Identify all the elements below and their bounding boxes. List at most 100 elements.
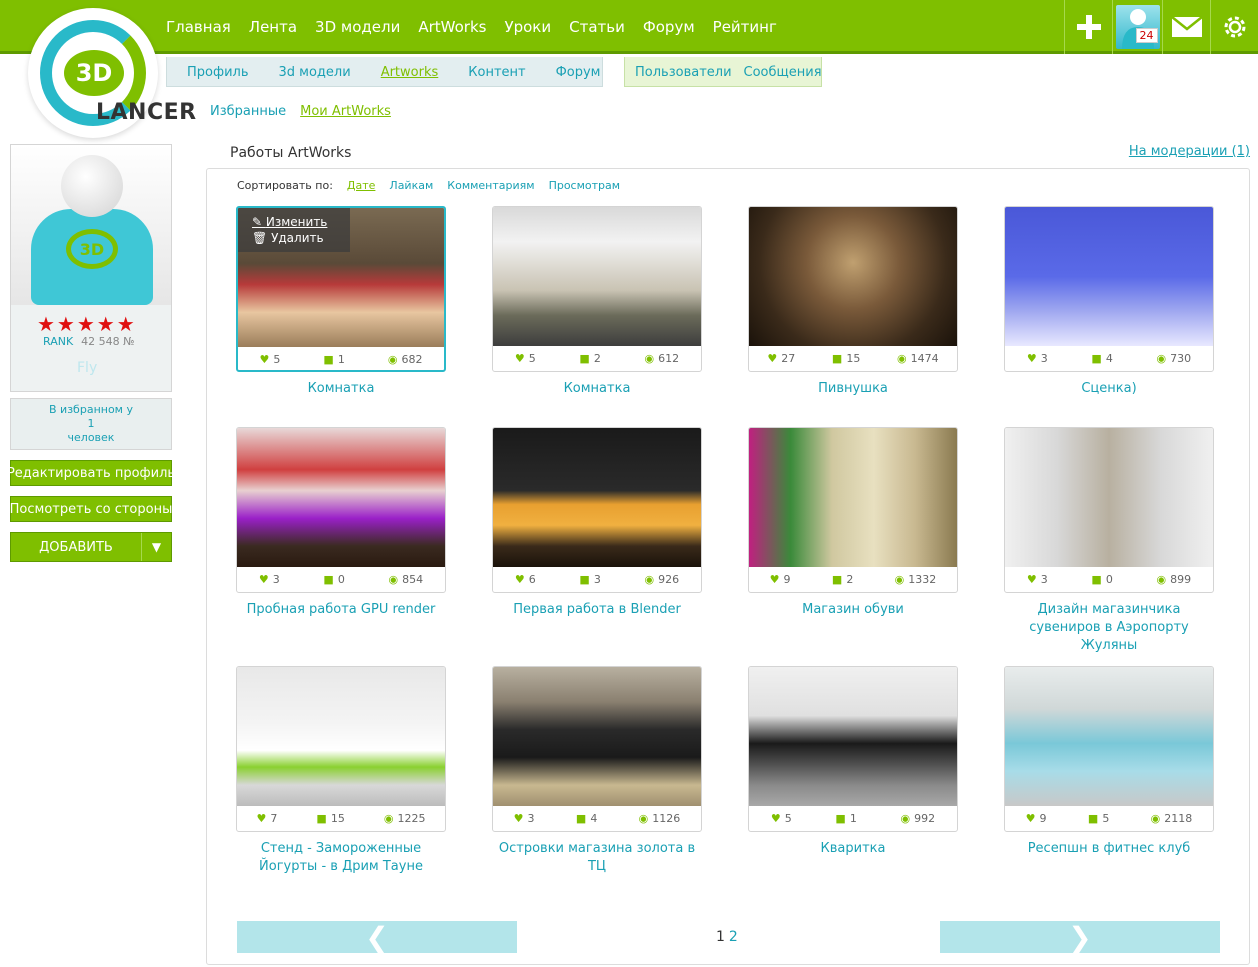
profile-card: 3D ★★★★★ RANK 42 548 № Fly [10,144,172,392]
artworks-subnav: Избранные Мои ArtWorks [210,104,391,119]
artwork-thumbnail[interactable]: ♥ 3 ■ 0 ◉ 899 [1004,427,1214,593]
view-as-other-button[interactable]: Посмотреть со стороны [10,496,172,522]
artwork-title[interactable]: Дизайн магазинчика сувениров в Аэропорту… [1004,601,1214,655]
comment-icon: ■ [831,573,843,586]
pagination: 1 2 [716,929,738,945]
subnav-forum[interactable]: Форум [556,65,601,86]
nav-rating[interactable]: Рейтинг [713,18,777,36]
heart-icon: ♥ [769,573,780,586]
sort-label: Сортировать по: [237,179,333,192]
rank-value: 42 548 № [81,335,135,348]
comment-icon: ■ [1091,573,1102,586]
edit-artwork-link[interactable]: ✎ Изменить [252,214,350,230]
artwork-thumbnail[interactable]: ♥ 3 ■ 4 ◉ 1126 [492,666,702,832]
subnav-profile[interactable]: Профиль [187,65,249,86]
avatar-icon: 24 [1115,5,1160,49]
artwork-thumbnail[interactable]: ♥ 3 ■ 4 ◉ 730 [1004,206,1214,372]
artwork-thumbnail[interactable]: ♥ 9 ■ 2 ◉ 1332 [748,427,958,593]
subnav-favorites[interactable]: Избранные [210,104,286,119]
chevron-right-icon: ❯ [1068,920,1092,954]
next-page-button[interactable]: ❯ [940,920,1220,954]
chevron-down-icon[interactable]: ▼ [141,533,171,561]
rank-row: RANK 42 548 № [43,335,135,348]
section-title: Работы ArtWorks [230,145,352,161]
heart-icon: ♥ [258,573,269,586]
artwork-card: ♥ 6 ■ 3 ◉ 926 Первая работа в Blender [492,427,702,619]
artwork-thumbnail[interactable]: ✎ Изменить 🗑 Удалить ♥ 5 ■ 1 ◉ 682 [236,206,446,372]
subnav-content[interactable]: Контент [468,65,525,86]
comment-icon: ■ [1091,352,1102,365]
delete-artwork-link[interactable]: 🗑 Удалить [252,230,350,246]
favorites-count-box: В избранном у 1 человек [10,398,172,450]
heart-icon: ♥ [514,352,525,365]
artwork-thumbnail[interactable]: ♥ 5 ■ 1 ◉ 992 [748,666,958,832]
heart-icon: ♥ [513,812,524,825]
subnav-my-artworks[interactable]: Мои ArtWorks [300,104,391,119]
notification-badge: 24 [1135,28,1158,43]
artwork-title[interactable]: Комнатка [236,380,446,398]
moderation-link[interactable]: На модерации (1) [1129,144,1250,159]
mail-icon[interactable] [1162,0,1210,54]
nav-lessons[interactable]: Уроки [504,18,551,36]
comment-icon: ■ [316,812,327,825]
username: Fly [77,360,98,376]
main-nav: Главная Лента 3D модели ArtWorks Уроки С… [166,18,777,36]
artwork-title[interactable]: Островки магазина золота в ТЦ [492,840,702,876]
artwork-thumbnail[interactable]: ♥ 27 ■ 15 ◉ 1474 [748,206,958,372]
nav-feed[interactable]: Лента [249,18,297,36]
artwork-thumbnail[interactable]: ♥ 3 ■ 0 ◉ 854 [236,427,446,593]
edit-profile-button[interactable]: Редактировать профиль [7,460,175,486]
settings-gear-icon[interactable] [1210,0,1258,54]
artwork-title[interactable]: Ресепшн в фитнес клуб [1004,840,1214,858]
artwork-title[interactable]: Комнатка [492,380,702,398]
sort-by-likes[interactable]: Лайкам [389,179,433,192]
comment-icon: ■ [579,352,590,365]
artwork-thumbnail[interactable]: ♥ 5 ■ 2 ◉ 612 [492,206,702,372]
eye-icon: ◉ [638,812,649,825]
heart-icon: ♥ [1026,352,1037,365]
eye-icon: ◉ [894,573,905,586]
artwork-title[interactable]: Пивнушка [748,380,958,398]
user-avatar-button[interactable]: 24 [1112,0,1162,54]
logo-text: LANCER [96,100,197,125]
artwork-title[interactable]: Пробная работа GPU render [236,601,446,619]
subnav-3d-models[interactable]: 3d модели [279,65,351,86]
add-button[interactable]: ДОБАВИТЬ ▼ [10,532,172,562]
subnav-artworks[interactable]: Artworks [381,65,439,86]
add-icon[interactable] [1064,0,1112,54]
prev-page-button[interactable]: ❮ [237,921,517,954]
eye-icon: ◉ [900,812,911,825]
artwork-card: ♥ 3 ■ 0 ◉ 854 Пробная работа GPU render [236,427,446,619]
comment-icon: ■ [323,353,334,366]
artwork-thumbnail[interactable]: ♥ 9 ■ 5 ◉ 2118 [1004,666,1214,832]
comment-icon: ■ [323,573,334,586]
page-2-link[interactable]: 2 [729,929,738,945]
sort-by-comments[interactable]: Комментариям [447,179,534,192]
comment-icon: ■ [835,812,846,825]
top-icons: 24 [1064,0,1258,54]
sort-by-date[interactable]: Дате [347,179,376,192]
artwork-thumbnail[interactable]: ♥ 6 ■ 3 ◉ 926 [492,427,702,593]
avatar-logo-icon: 3D [66,229,118,269]
eye-icon: ◉ [1156,352,1167,365]
eye-icon: ◉ [644,352,655,365]
subnav-messages[interactable]: Сообщения [744,65,822,86]
artwork-card: ♥ 9 ■ 5 ◉ 2118 Ресепшн в фитнес клуб [1004,666,1214,858]
nav-3d-models[interactable]: 3D модели [315,18,400,36]
artwork-title[interactable]: Сценка) [1004,380,1214,398]
heart-icon: ♥ [767,352,778,365]
artwork-title[interactable]: Кваритка [748,840,958,858]
eye-icon: ◉ [388,573,399,586]
artwork-card: ♥ 3 ■ 4 ◉ 730 Сценка) [1004,206,1214,398]
artwork-thumbnail[interactable]: ♥ 7 ■ 15 ◉ 1225 [236,666,446,832]
users-subnav: Пользователи Сообщения [624,57,822,87]
nav-forum[interactable]: Форум [643,18,695,36]
nav-articles[interactable]: Статьи [569,18,625,36]
sort-by-views[interactable]: Просмотрам [549,179,621,192]
artwork-title[interactable]: Стенд - Замороженные Йогурты - в Дрим Та… [236,840,446,876]
nav-artworks[interactable]: ArtWorks [418,18,486,36]
artwork-title[interactable]: Магазин обуви [748,601,958,619]
subnav-users[interactable]: Пользователи [635,65,732,86]
artwork-title[interactable]: Первая работа в Blender [492,601,702,619]
artwork-card: ✎ Изменить 🗑 Удалить ♥ 5 ■ 1 ◉ 682 Комнатка [236,206,446,398]
